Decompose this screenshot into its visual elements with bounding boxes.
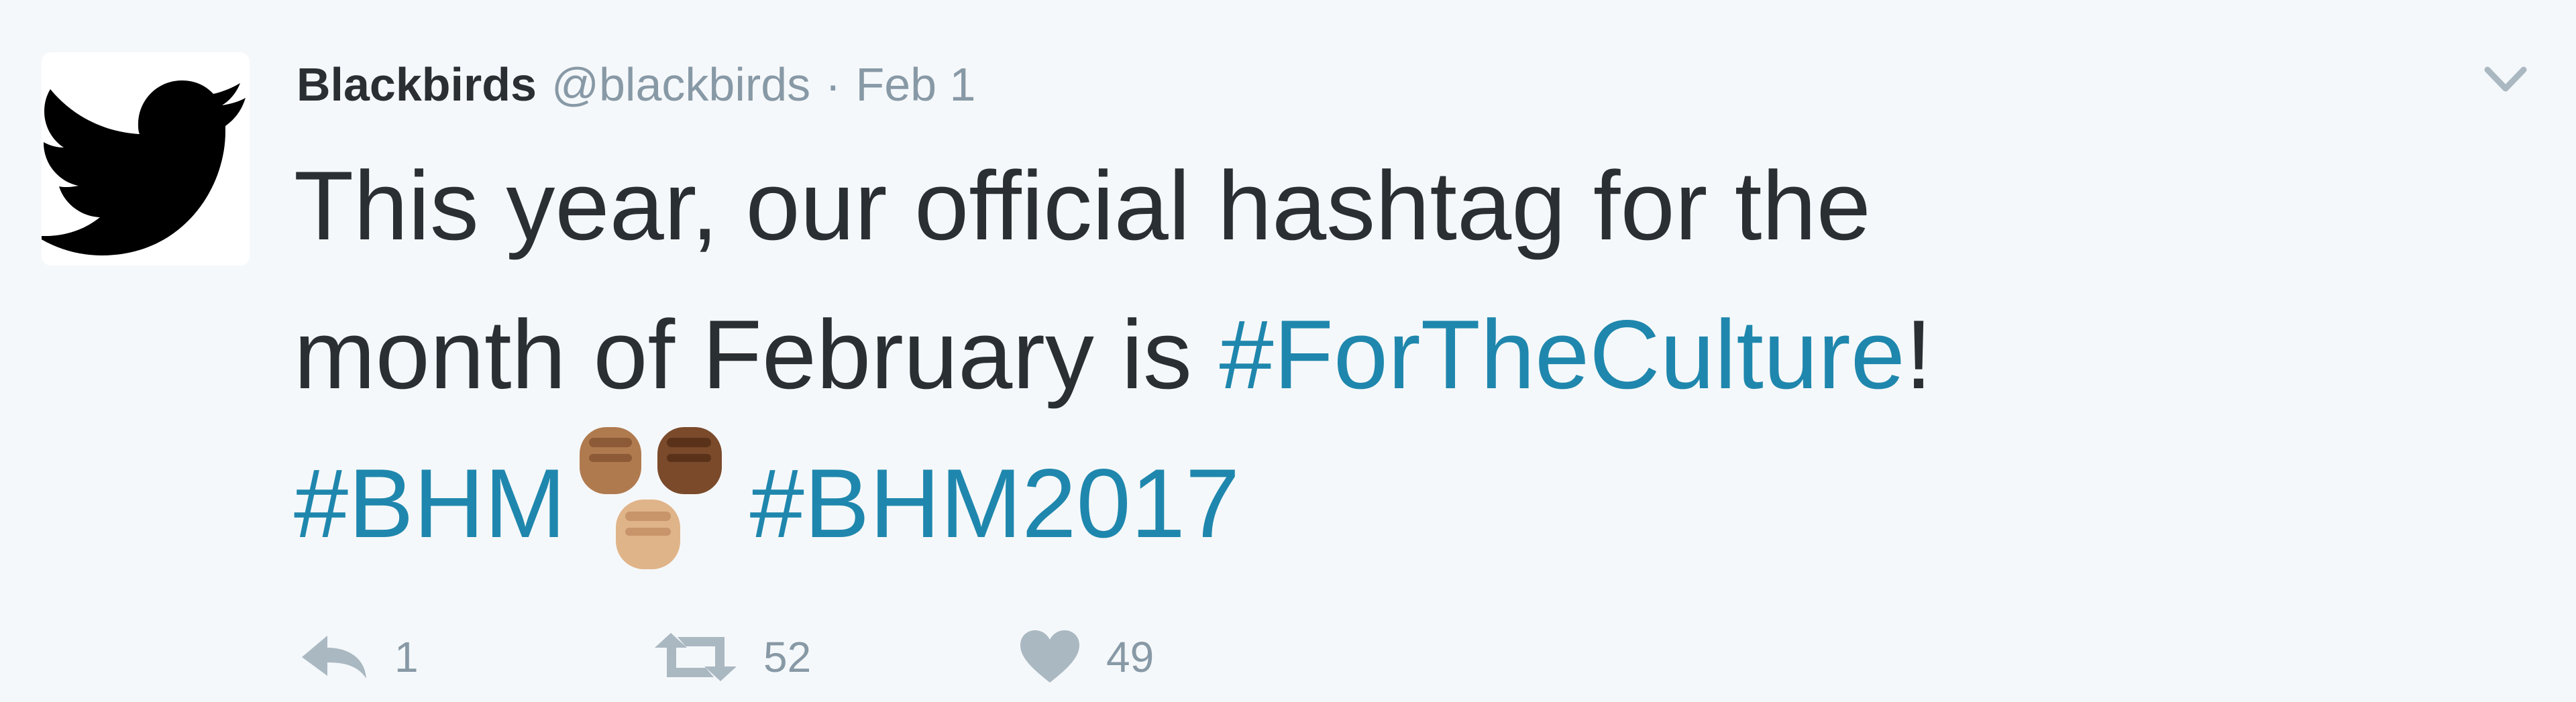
hashtag-link-bhm2017[interactable]: #BHM2017	[750, 449, 1240, 558]
reply-count: 1	[394, 633, 419, 681]
tweet-header: Blackbirds @blackbirds · Feb 1	[297, 50, 975, 119]
reply-button[interactable]: 1	[297, 617, 419, 697]
header-separator: ·	[825, 58, 841, 111]
raised-fists-emoji	[579, 427, 722, 570]
chevron-down-icon[interactable]	[2475, 56, 2536, 103]
hashtag-link-bhm[interactable]: #BHM	[294, 449, 566, 558]
avatar[interactable]	[42, 52, 250, 266]
hashtag-link-forthe-culture[interactable]: #ForTheCulture	[1219, 300, 1904, 409]
fist-dark-icon	[657, 427, 722, 495]
tweet-timestamp[interactable]: Feb 1	[855, 58, 975, 111]
like-button[interactable]: 49	[1018, 617, 1154, 697]
retweet-count: 52	[763, 633, 812, 681]
author-name[interactable]: Blackbirds	[297, 58, 537, 111]
retweet-icon	[655, 633, 737, 681]
tweet-card[interactable]: Blackbirds @blackbirds · Feb 1 This year…	[0, 0, 2576, 702]
fist-medium-icon	[579, 427, 641, 495]
tweet-text-line-3: #BHM #BHM2017	[294, 427, 2508, 578]
tweet-text-fragment: !	[1904, 300, 1933, 409]
tweet-text-fragment: month of February is	[294, 300, 1220, 409]
heart-icon	[1020, 630, 1079, 683]
like-count: 49	[1106, 633, 1155, 681]
reply-icon	[302, 636, 366, 679]
author-handle[interactable]: @blackbirds	[551, 58, 810, 111]
fist-light-icon	[615, 500, 680, 570]
tweet-text-line-2: month of February is #ForTheCulture!	[294, 280, 2508, 429]
tweet-text-line-1: This year, our official hashtag for the	[294, 151, 1871, 260]
retweet-button[interactable]: 52	[652, 617, 811, 697]
twitter-bird-icon	[42, 80, 246, 255]
tweet-text: This year, our official hashtag for the …	[294, 131, 2508, 578]
